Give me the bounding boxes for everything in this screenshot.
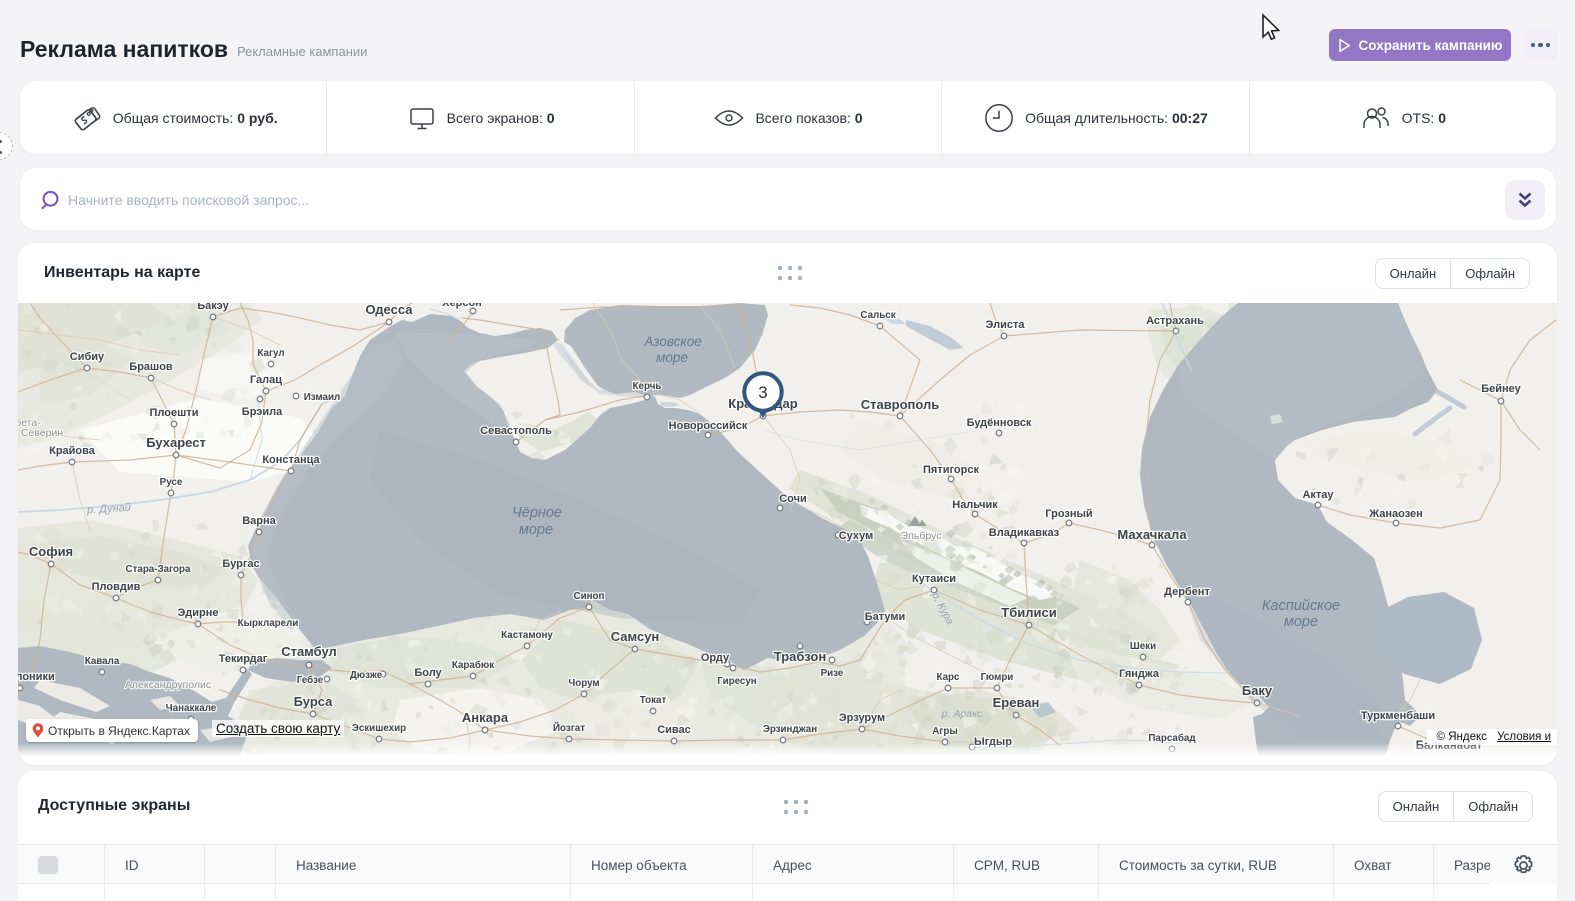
svg-text:Бакэу: Бакэу xyxy=(197,303,229,312)
svg-text:Херсон: Херсон xyxy=(442,303,482,309)
svg-text:Александруполис: Александруполис xyxy=(125,679,211,691)
svg-text:Кутаиси: Кутаиси xyxy=(912,573,956,585)
svg-text:Стамбул: Стамбул xyxy=(281,644,337,659)
svg-text:Баку: Баку xyxy=(1242,683,1273,698)
svg-text:Бухарест: Бухарест xyxy=(146,435,206,450)
svg-text:Сальск: Сальск xyxy=(860,310,895,321)
svg-text:Самсун: Самсун xyxy=(611,629,660,644)
svg-text:Гиресун: Гиресун xyxy=(717,676,757,687)
svg-text:Ризе: Ризе xyxy=(821,668,844,679)
svg-text:Эскишехир: Эскишехир xyxy=(352,723,406,734)
svg-text:Тбилиси: Тбилиси xyxy=(1001,605,1056,620)
svg-text:Элиста: Элиста xyxy=(986,319,1026,331)
svg-text:Кавала: Кавала xyxy=(85,656,120,667)
svg-text:Эльбрус: Эльбрус xyxy=(901,530,942,542)
svg-text:Орду: Орду xyxy=(701,652,730,664)
svg-text:Керчь: Керчь xyxy=(633,381,662,392)
svg-text:Анкара: Анкара xyxy=(462,710,509,725)
svg-text:море: море xyxy=(656,350,688,365)
svg-text:Измаил: Измаил xyxy=(304,392,340,403)
svg-text:Гебзе: Гебзе xyxy=(297,675,324,686)
svg-text:Чорум: Чорум xyxy=(568,678,599,689)
svg-text:Сивас: Сивас xyxy=(657,724,691,736)
svg-text:Брэила: Брэила xyxy=(242,406,283,418)
svg-text:Русе: Русе xyxy=(160,477,183,488)
svg-text:Сибиу: Сибиу xyxy=(70,351,105,363)
svg-text:Гянджа: Гянджа xyxy=(1119,668,1160,680)
svg-text:Парсабад: Парсабад xyxy=(1148,733,1196,744)
svg-text:Бурса: Бурса xyxy=(294,694,334,709)
svg-text:Грозный: Грозный xyxy=(1045,508,1092,520)
svg-text:Гюмри: Гюмри xyxy=(981,672,1014,683)
svg-text:Жанаозен: Жанаозен xyxy=(1368,508,1423,520)
svg-text:Брашов: Брашов xyxy=(129,361,173,373)
svg-text:София: София xyxy=(29,544,73,559)
svg-text:Текирдаг: Текирдаг xyxy=(219,653,268,665)
svg-text:Пловдив: Пловдив xyxy=(92,581,141,593)
svg-text:Нальчик: Нальчик xyxy=(952,499,998,511)
svg-text:Крайова: Крайова xyxy=(49,445,96,457)
svg-text:Эдирне: Эдирне xyxy=(178,607,219,619)
svg-text:Карабюк: Карабюк xyxy=(452,660,494,671)
svg-text:Пятигорск: Пятигорск xyxy=(923,464,979,476)
svg-text:Эрзурум: Эрзурум xyxy=(839,712,885,724)
svg-text:Ставрополь: Ставрополь xyxy=(861,397,940,412)
svg-text:Шеки: Шеки xyxy=(1130,641,1156,652)
svg-text:Кыркларели: Кыркларели xyxy=(238,618,299,629)
svg-text:Варна: Варна xyxy=(242,515,276,527)
svg-text:Одесса: Одесса xyxy=(366,303,414,317)
svg-text:Дербент: Дербент xyxy=(1164,586,1210,598)
svg-text:3: 3 xyxy=(758,383,767,402)
svg-text:Астрахань: Астрахань xyxy=(1146,315,1204,327)
svg-text:Махачкала: Махачкала xyxy=(1117,527,1187,542)
svg-text:Констанца: Констанца xyxy=(262,454,320,466)
svg-text:Кастамону: Кастамону xyxy=(501,630,553,641)
svg-text:Севастополь: Севастополь xyxy=(480,425,552,437)
svg-text:Токат: Токат xyxy=(640,695,667,706)
svg-text:Агры: Агры xyxy=(932,726,958,737)
svg-text:Каспийское: Каспийское xyxy=(1262,598,1340,614)
svg-text:Галац: Галац xyxy=(250,374,282,386)
svg-text:Туркменбаши: Туркменбаши xyxy=(1361,710,1435,722)
svg-text:Будённовск: Будённовск xyxy=(967,417,1032,429)
svg-text:Актау: Актау xyxy=(1302,489,1334,501)
svg-text:Чанаккале: Чанаккале xyxy=(166,703,217,714)
svg-text:море: море xyxy=(519,522,553,538)
svg-text:Плоешти: Плоешти xyxy=(150,407,199,419)
svg-text:Ереван: Ереван xyxy=(993,695,1040,710)
svg-text:Владикавказ: Владикавказ xyxy=(989,527,1060,539)
svg-text:Азовское: Азовское xyxy=(643,334,702,349)
svg-text:Новороссийск: Новороссийск xyxy=(669,420,748,432)
svg-text:Трабзон: Трабзон xyxy=(774,649,826,664)
svg-text:Дюзже: Дюзже xyxy=(350,670,383,681)
svg-text:Бейнеу: Бейнеу xyxy=(1481,383,1521,395)
svg-text:Батуми: Батуми xyxy=(865,611,906,623)
svg-text:Карс: Карс xyxy=(937,672,961,683)
svg-text:Бургас: Бургас xyxy=(222,558,259,570)
svg-text:Болу: Болу xyxy=(414,667,442,679)
svg-text:Северин: Северин xyxy=(21,427,63,439)
svg-text:Кагул: Кагул xyxy=(257,348,284,359)
svg-text:Стара-Загора: Стара-Загора xyxy=(126,564,192,575)
svg-text:Сухум: Сухум xyxy=(839,530,874,542)
svg-text:Эрзинджан: Эрзинджан xyxy=(763,724,817,735)
svg-text:Чёрное: Чёрное xyxy=(512,505,562,521)
svg-text:Синоп: Синоп xyxy=(574,591,605,602)
svg-text:Салоники: Салоники xyxy=(18,671,55,683)
svg-text:море: море xyxy=(1284,614,1318,630)
svg-text:Йозгат: Йозгат xyxy=(553,722,585,734)
svg-text:р. Аракс: р. Аракс xyxy=(941,708,983,720)
svg-text:Сочи: Сочи xyxy=(779,493,807,505)
